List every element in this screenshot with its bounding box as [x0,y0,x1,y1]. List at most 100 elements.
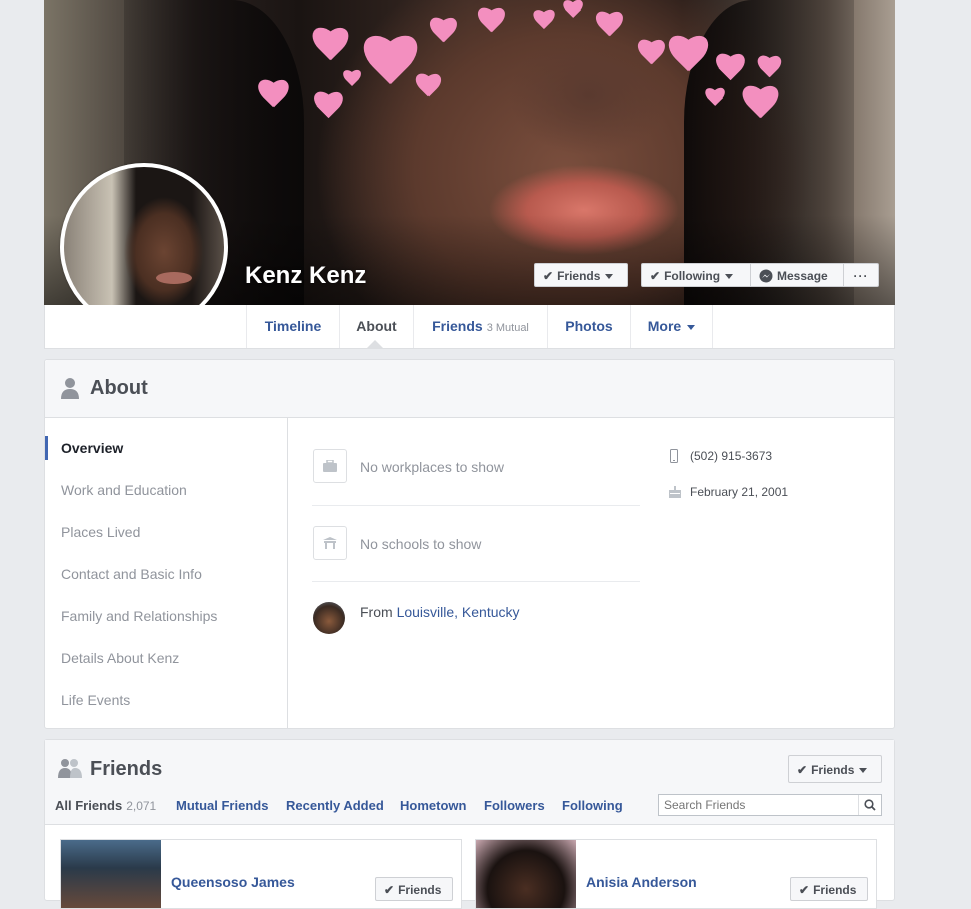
heart-sticker [310,28,350,68]
message-button-label: Message [777,269,828,283]
friends-card: Friends ✔ Friends All Friends 2,071 Mutual… [44,739,895,909]
friend-status-label: Friends [813,883,857,897]
check-icon: ✔ [384,883,395,897]
heart-sticker [476,8,506,38]
sidebar-item-overview[interactable]: Overview [61,440,123,456]
tab-photos-label: Photos [565,318,613,334]
chevron-down-icon [687,324,696,330]
friends-header-button-label: Friends [811,763,855,777]
mutual-count: 3 Mutual [486,322,529,334]
tab-following[interactable]: Following [562,798,623,813]
more-options-icon: ··· [853,269,869,283]
birthday: February 21, 2001 [690,485,789,499]
tab-all-friends-label: All Friends [55,798,123,813]
heart-sticker [342,70,362,90]
check-icon: ✔ [543,269,554,283]
tab-friends[interactable]: Friends 3 Mutual [413,305,547,348]
friends-count: 2,071 [126,799,157,813]
no-workplaces-text: No workplaces to show [360,459,504,475]
about-title: About [90,377,148,399]
birthday-cake-icon [669,486,681,498]
heart-sticker [532,10,556,34]
heart-sticker [428,18,458,48]
profile-picture-image [64,167,224,327]
hometown-text: From Louisville, Kentucky [360,604,520,620]
tab-hometown[interactable]: Hometown [400,798,466,813]
sidebar-item-life-events[interactable]: Life Events [61,692,130,708]
chevron-down-icon [605,274,614,280]
profile-picture-detail [156,272,192,284]
check-icon: ✔ [650,269,661,283]
chevron-down-icon [725,274,734,280]
divider [312,505,640,506]
search-friends-field [658,794,882,816]
friend-photo[interactable] [476,840,576,908]
friend-name[interactable]: Queensoso James [171,874,295,890]
check-icon: ✔ [799,883,810,897]
heart-sticker [714,54,746,86]
no-schools-text: No schools to show [360,536,482,552]
tab-about-label: About [356,318,397,334]
tab-timeline-label: Timeline [264,318,322,334]
sidebar-item-details[interactable]: Details About Kenz [61,650,179,666]
following-button[interactable]: ✔ Following [641,263,751,287]
tab-recently-added[interactable]: Recently Added [286,798,384,813]
heart-sticker [360,36,420,96]
friends-header: Friends ✔ Friends All Friends 2,071 Mutual… [45,740,894,825]
profile-nav: Timeline About Friends 3 Mutual Photos Mo… [44,305,895,349]
tab-timeline[interactable]: Timeline [246,305,339,348]
search-friends-input[interactable] [659,795,865,815]
friend-status-button[interactable]: ✔ Friends [375,877,453,901]
active-indicator [45,436,48,460]
phone-icon [670,449,678,463]
search-button[interactable] [858,795,881,815]
messenger-icon [759,269,773,283]
about-sidebar: Overview Work and Education Places Lived… [45,418,288,728]
more-options-button[interactable]: ··· [843,263,879,287]
heart-sticker [312,92,344,124]
sidebar-item-contact-info[interactable]: Contact and Basic Info [61,566,202,582]
friends-icon [58,759,82,778]
friend-status-button[interactable]: ✔ Friends [790,877,868,901]
friends-button-label: Friends [557,269,601,283]
friends-button[interactable]: ✔ Friends [534,263,628,287]
about-card: About Overview Work and Education Places… [44,359,895,729]
chevron-down-icon [859,768,868,774]
heart-sticker [594,12,624,42]
heart-sticker [414,74,442,102]
following-button-label: Following [664,269,721,283]
school-icon [323,537,337,549]
heart-sticker [562,0,584,22]
friend-tile[interactable]: Queensoso James ✔ Friends [60,839,462,909]
heart-sticker [636,40,666,70]
sidebar-item-places-lived[interactable]: Places Lived [61,524,140,540]
profile-name[interactable]: Kenz Kenz [245,262,366,290]
hometown-photo[interactable] [313,602,345,634]
school-icon-box [313,526,347,560]
divider [312,581,640,582]
heart-sticker [704,88,726,110]
sidebar-item-work-education[interactable]: Work and Education [61,482,187,498]
active-tab-pointer [367,340,383,348]
tab-all-friends[interactable]: All Friends 2,071 [55,798,156,813]
hometown-link[interactable]: Louisville, Kentucky [397,604,520,620]
tab-photos[interactable]: Photos [547,305,630,348]
friend-photo[interactable] [61,840,161,908]
about-header: About [45,360,894,418]
briefcase-icon [323,460,337,472]
person-icon [61,378,79,399]
friend-tile[interactable]: Anisia Anderson ✔ Friends [475,839,877,909]
tab-followers[interactable]: Followers [484,798,545,813]
tab-friends-label: Friends [432,318,483,334]
friends-header-button[interactable]: ✔ Friends [788,755,882,783]
message-button[interactable]: Message [750,263,844,287]
friend-name[interactable]: Anisia Anderson [586,874,697,890]
sidebar-item-family[interactable]: Family and Relationships [61,608,217,624]
tab-more-label: More [647,318,682,334]
friends-title: Friends [90,758,163,780]
tab-mutual-friends[interactable]: Mutual Friends [176,798,268,813]
hometown-prefix: From [360,604,393,620]
heart-sticker [756,56,782,82]
friend-status-label: Friends [398,883,442,897]
tab-more[interactable]: More [630,305,713,348]
